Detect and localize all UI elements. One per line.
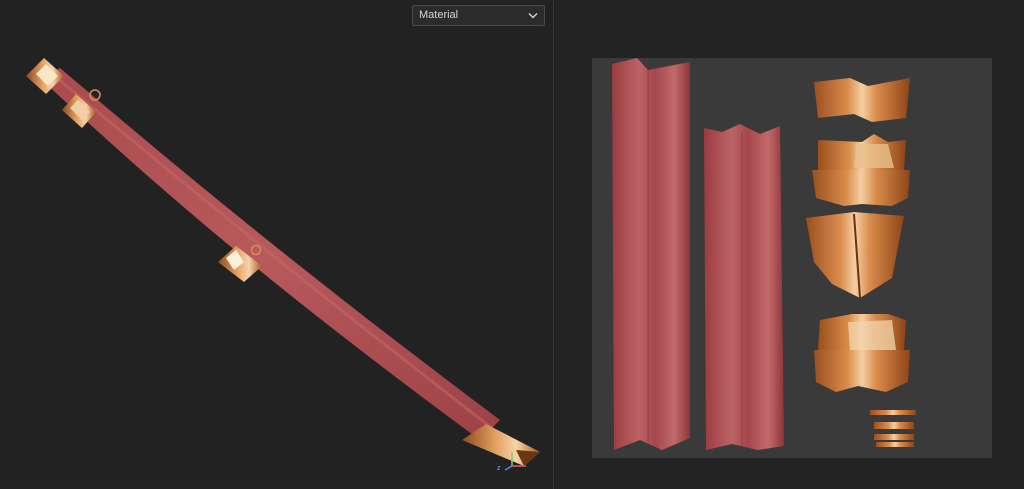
uv-texture-panel[interactable] [554,0,1024,489]
uv-copper-piece-2 [812,134,910,206]
chevron-down-icon [527,6,539,25]
uv-texture-sheet [592,58,992,458]
uv-copper-piece-1 [814,78,910,122]
uv-copper-piece-4 [814,314,910,392]
app-window: z Material [0,0,1024,489]
uv-strip-right [704,124,784,450]
uv-copper-piece-3 [806,212,904,299]
material-select[interactable]: Material [412,5,545,26]
uv-strip-left [612,58,690,450]
axis-z-label: z [497,465,501,472]
scabbard-render[interactable]: z [0,0,553,489]
uv-copper-small-pieces [870,410,916,447]
3d-viewport[interactable]: z Material [0,0,553,489]
material-select-value: Material [419,9,459,21]
